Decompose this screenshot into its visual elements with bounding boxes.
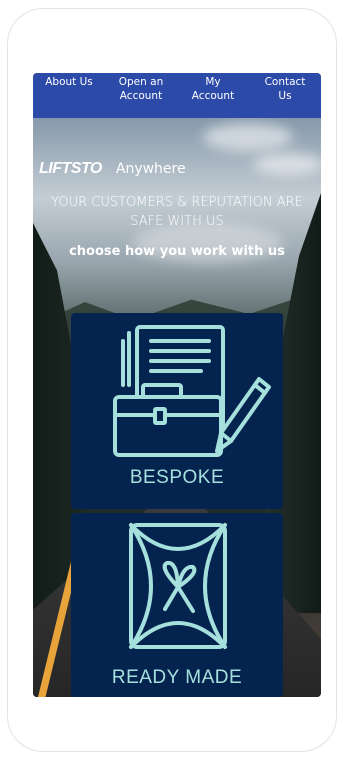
brand-tagline: Anywhere (115, 161, 186, 177)
page-viewport: About Us Open an Account My Account Cont… (33, 73, 321, 697)
bespoke-label: BESPOKE (129, 467, 225, 488)
nav-my-account[interactable]: My Account (187, 75, 239, 103)
nav-about-us[interactable]: About Us (43, 75, 95, 89)
brand: LIFTSTO Anywhere (39, 160, 186, 178)
nav-contact-us[interactable]: Contact Us (259, 75, 311, 103)
gift-package-icon (129, 523, 227, 649)
nav-open-account[interactable]: Open an Account (115, 75, 167, 103)
bespoke-option-card[interactable]: BESPOKE (71, 313, 283, 509)
ready-made-label: READY MADE (111, 667, 243, 688)
ready-made-option-card[interactable]: READY MADE (71, 513, 283, 697)
cloud (253, 153, 321, 175)
top-nav: About Us Open an Account My Account Cont… (33, 73, 321, 118)
hero-subhead: choose how you work with us (69, 244, 285, 259)
hero-headline: YOUR CUSTOMERS & REPUTATION ARE SAFE WIT… (51, 195, 303, 229)
logo[interactable]: LIFTSTO (39, 160, 102, 178)
cloud (203, 123, 293, 151)
briefcase-documents-pen-icon (113, 325, 271, 457)
